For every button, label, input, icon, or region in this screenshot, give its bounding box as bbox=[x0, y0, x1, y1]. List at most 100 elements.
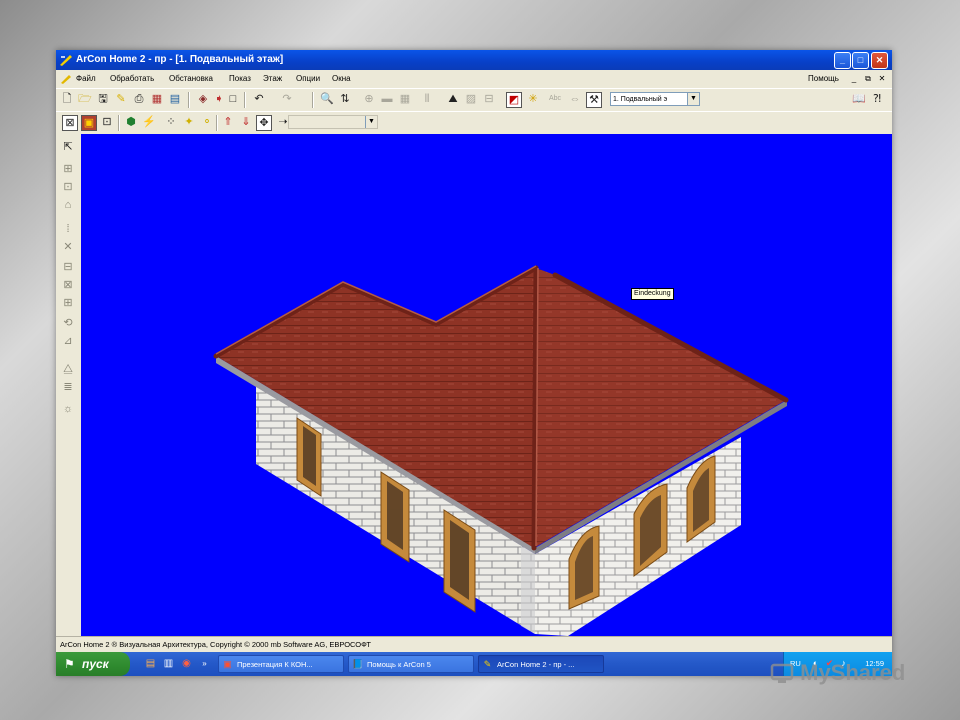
window-title: ArCon Home 2 - пр - [1. Подвальный этаж] bbox=[76, 54, 284, 65]
task-presentation[interactable]: ▣ Презентация К КОН... bbox=[218, 655, 344, 673]
print-icon[interactable]: ⎙ bbox=[132, 92, 146, 106]
3d-viewport[interactable]: Eindeckung bbox=[81, 134, 892, 636]
hatch-icon: ▨ bbox=[465, 93, 477, 105]
dimension-icon: ⇔ bbox=[569, 93, 581, 105]
arrow-icon[interactable]: ➧ bbox=[212, 92, 226, 106]
wireframe-icon[interactable]: ⊠ bbox=[62, 115, 78, 131]
book-icon[interactable]: 📖 bbox=[852, 92, 866, 106]
lamp-icon[interactable]: ⚬ bbox=[200, 115, 214, 129]
task-arcon[interactable]: ✎ ArCon Home 2 - пр - ... bbox=[478, 655, 604, 673]
menu-edit[interactable]: Обработать bbox=[110, 74, 154, 83]
menu-furnishing[interactable]: Обстановка bbox=[169, 74, 213, 83]
stairs-tool-icon[interactable]: ⊟ bbox=[61, 260, 75, 274]
floor-selector[interactable]: 1. Подвальный э ▼ bbox=[610, 92, 700, 106]
sun-icon[interactable]: ✦ bbox=[182, 115, 196, 129]
task-help[interactable]: 📘 Помощь к ArCon 5 bbox=[348, 655, 474, 673]
wall-corner-shade bbox=[521, 546, 535, 634]
window-titlebar[interactable]: ArCon Home 2 - пр - [1. Подвальный этаж]… bbox=[56, 50, 892, 70]
roof-tool-icon[interactable]: ⛰ bbox=[446, 92, 460, 106]
door-tool-icon[interactable]: ⊠ bbox=[61, 278, 75, 292]
roof-window-icon[interactable]: ⊞ bbox=[61, 296, 75, 310]
measure-icon[interactable]: ⁞ bbox=[61, 222, 75, 236]
menu-windows[interactable]: Окна bbox=[332, 74, 351, 83]
cube-icon[interactable]: ⬢ bbox=[124, 115, 138, 129]
start-button[interactable]: ⚑ пуск bbox=[56, 652, 130, 676]
desktop-screen: ArCon Home 2 - пр - [1. Подвальный этаж]… bbox=[56, 50, 892, 676]
textured-view-icon[interactable]: ▣ bbox=[81, 115, 97, 131]
room-icon[interactable]: ⊞ bbox=[61, 162, 75, 176]
maximize-button[interactable]: □ bbox=[852, 52, 869, 69]
render-dots-icon[interactable]: ⁘ bbox=[164, 115, 178, 129]
catalog-icon[interactable]: ▦ bbox=[150, 92, 164, 106]
powerpoint-icon: ▣ bbox=[223, 659, 232, 669]
redo-icon: ↷ bbox=[282, 93, 292, 105]
save-icon[interactable]: 🖫 bbox=[96, 92, 110, 106]
section-view-icon[interactable]: ⊡ bbox=[100, 115, 114, 129]
rotate-icon[interactable]: ⟲ bbox=[61, 316, 75, 330]
toolbar-separator bbox=[312, 92, 314, 108]
main-toolbar: 🗋 🗁 🖫 ✎ ⎙ ▦ ▤ ◈ ➧ □ ↶ ↷ 🔍 ⇅ ⊕ ▬ ▦ ⫴ ⛰ ▨ … bbox=[56, 88, 892, 112]
menu-help[interactable]: Помощь bbox=[808, 74, 839, 83]
document-icon[interactable] bbox=[60, 73, 72, 85]
open-folder-icon[interactable]: 🗁 bbox=[78, 92, 92, 106]
minimize-button[interactable]: _ bbox=[834, 52, 851, 69]
dropdown-arrow-icon: ▼ bbox=[365, 116, 377, 128]
plan-view-icon[interactable]: □ bbox=[226, 92, 240, 106]
menu-file[interactable]: Файл bbox=[76, 74, 96, 83]
text-abc-icon: Abc bbox=[548, 95, 562, 102]
disabled-combo: ▼ bbox=[288, 115, 378, 129]
light-icon[interactable]: ✳ bbox=[526, 92, 540, 106]
crosshair-icon: ⊕ bbox=[364, 93, 374, 105]
delete-icon[interactable]: ✕ bbox=[61, 240, 75, 254]
lightning-icon[interactable]: ⚡ bbox=[142, 115, 156, 129]
light-source-icon[interactable]: ☼ bbox=[61, 402, 75, 416]
mirror-icon[interactable]: ⧋ bbox=[61, 362, 75, 376]
zoom-icon[interactable]: 🔍 bbox=[320, 92, 334, 106]
task-label: Презентация К КОН... bbox=[237, 660, 313, 669]
menu-view[interactable]: Показ bbox=[229, 74, 251, 83]
mdi-close-button[interactable]: ✕ bbox=[876, 73, 888, 84]
dropdown-arrow-icon[interactable]: ▼ bbox=[687, 93, 699, 105]
new-file-icon[interactable]: 🗋 bbox=[60, 92, 74, 106]
navigate-icon[interactable]: ✥ bbox=[256, 115, 272, 131]
move-down-icon[interactable]: ⇓ bbox=[239, 115, 253, 129]
arcon-app-icon bbox=[60, 55, 72, 66]
menu-options[interactable]: Опции bbox=[296, 74, 320, 83]
status-text: ArCon Home 2 ® Визуальная Архитектура, C… bbox=[60, 640, 371, 649]
object-tooltip: Eindeckung bbox=[631, 288, 674, 300]
windows-taskbar: ⚑ пуск ▤ ▥ ◉ » ▣ Презентация К КОН... 📘 … bbox=[56, 652, 892, 676]
quicklaunch-overflow[interactable]: » bbox=[198, 657, 211, 670]
tools-icon[interactable]: ⚒ bbox=[586, 92, 602, 108]
toolbar-separator bbox=[188, 92, 190, 108]
terrain-icon[interactable]: ⊿ bbox=[61, 334, 75, 348]
quicklaunch-app-icon[interactable]: ▥ bbox=[162, 657, 175, 670]
context-help-icon[interactable]: ⁈ bbox=[870, 92, 884, 106]
select-arrow-icon[interactable]: ⇱ bbox=[61, 140, 75, 154]
window-tool-icon[interactable]: ⌂ bbox=[61, 198, 75, 212]
quicklaunch-folder-icon[interactable]: ▤ bbox=[144, 657, 157, 670]
menu-bar: Файл Обработать Обстановка Показ Этаж Оп… bbox=[56, 70, 892, 88]
sort-az-icon[interactable]: ⇅ bbox=[338, 92, 352, 106]
mdi-restore-button[interactable]: ⧉ bbox=[862, 73, 874, 84]
menu-floor[interactable]: Этаж bbox=[263, 74, 282, 83]
undo-icon[interactable]: ↶ bbox=[252, 92, 266, 106]
help-book-icon: 📘 bbox=[352, 659, 364, 669]
grid-icon: ▦ bbox=[399, 93, 411, 105]
left-toolbar: ⇱ ⊞ ⊡ ⌂ ⁞ ✕ ⊟ ⊠ ⊞ ⟲ ⊿ ⧋ ≣ ☼ bbox=[56, 134, 82, 636]
wall-tool-icon[interactable]: ⊡ bbox=[61, 180, 75, 194]
start-label: пуск bbox=[82, 657, 109, 671]
move-up-icon[interactable]: ⇑ bbox=[221, 115, 235, 129]
close-button[interactable]: ✕ bbox=[871, 52, 888, 69]
column-icon: ⫴ bbox=[424, 93, 430, 105]
wall-icon: ▬ bbox=[381, 93, 393, 105]
3d-view-icon[interactable]: ◈ bbox=[196, 92, 210, 106]
house-3d-render bbox=[213, 265, 789, 636]
layers-icon[interactable]: ≣ bbox=[61, 380, 75, 394]
object-list-icon[interactable]: ▤ bbox=[168, 92, 182, 106]
watermark-logo-icon bbox=[770, 663, 794, 684]
quicklaunch-browser-icon[interactable]: ◉ bbox=[180, 657, 193, 670]
color-fill-icon[interactable]: ◩ bbox=[506, 92, 522, 108]
toolbar-separator bbox=[244, 92, 246, 108]
design-mode-icon[interactable]: ✎ bbox=[114, 92, 128, 106]
mdi-minimize-button[interactable]: _ bbox=[848, 73, 860, 84]
